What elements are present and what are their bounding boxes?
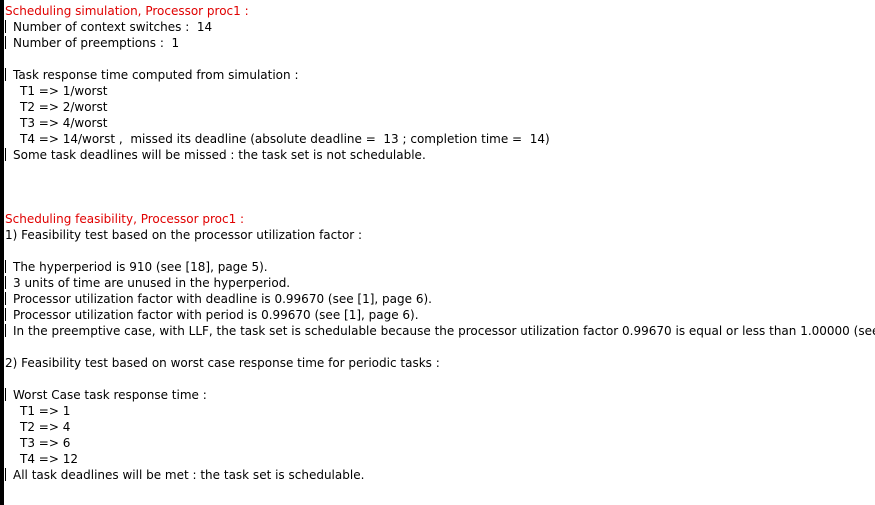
sim-task-t4: T4 => 14/worst , missed its deadline (ab…: [20, 132, 550, 146]
worst-case-title: Worst Case task response time :: [5, 387, 875, 403]
results-text-area[interactable]: Scheduling simulation, Processor proc1 :…: [5, 3, 875, 505]
sim-task-t2: T2 => 2/worst: [20, 100, 108, 114]
simulation-conclusion: Some task deadlines will be missed : the…: [5, 147, 875, 163]
hyperperiod-line: The hyperperiod is 910 (see [18], page 5…: [5, 259, 875, 275]
feasibility-heading: Scheduling feasibility, Processor proc1 …: [5, 212, 245, 226]
wc-task-t1: T1 => 1: [20, 404, 71, 418]
bullet-dash: [5, 276, 6, 289]
bullet-dash: [5, 20, 6, 33]
bullet-dash: [5, 468, 6, 481]
sim-task-t3: T3 => 4/worst: [20, 116, 108, 130]
utilization-period-line: Processor utilization factor with period…: [5, 307, 875, 323]
test2-title: 2) Feasibility test based on worst case …: [5, 356, 440, 370]
bullet-dash: [5, 260, 6, 273]
bullet-dash: [5, 308, 6, 321]
bullet-dash: [5, 148, 6, 161]
unused-units-line: 3 units of time are unused in the hyperp…: [5, 275, 875, 291]
test1-title: 1) Feasibility test based on the process…: [5, 228, 363, 242]
bullet-dash: [5, 324, 6, 337]
bullet-dash: [5, 68, 6, 81]
sim-task-t1: T1 => 1/worst: [20, 84, 108, 98]
wc-task-t4: T4 => 12: [20, 452, 78, 466]
wc-task-t2: T2 => 4: [20, 420, 71, 434]
wc-task-t3: T3 => 6: [20, 436, 71, 450]
bullet-dash: [5, 292, 6, 305]
utilization-deadline-line: Processor utilization factor with deadli…: [5, 291, 875, 307]
window-left-border: [0, 0, 4, 505]
context-switches-line: Number of context switches : 14: [5, 19, 875, 35]
simulation-heading: Scheduling simulation, Processor proc1 :: [5, 4, 249, 18]
response-time-title: Task response time computed from simulat…: [5, 67, 875, 83]
feasibility-conclusion: All task deadlines will be met : the tas…: [5, 467, 875, 483]
bullet-dash: [5, 36, 6, 49]
preemptions-line: Number of preemptions : 1: [5, 35, 875, 51]
preemptive-llf-line: In the preemptive case, with LLF, the ta…: [5, 323, 875, 339]
bullet-dash: [5, 388, 6, 401]
